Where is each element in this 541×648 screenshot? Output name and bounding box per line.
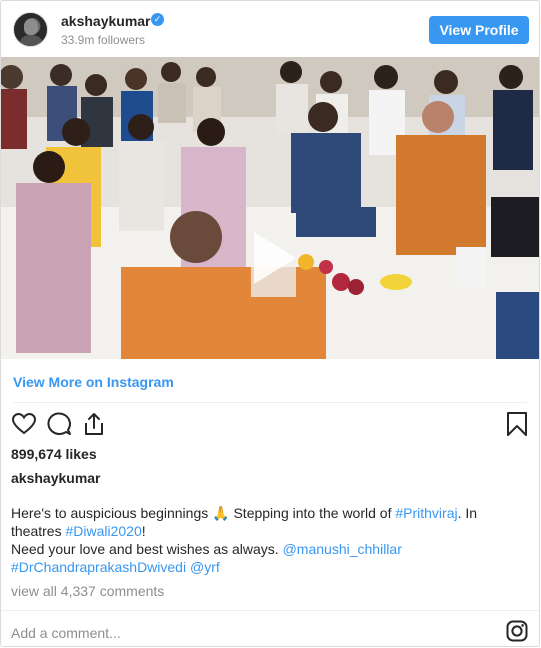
view-more-on-instagram-link[interactable]: View More on Instagram <box>13 374 174 390</box>
mention-link[interactable]: @yrf <box>190 559 220 575</box>
share-icon[interactable] <box>81 411 107 437</box>
post-header: akshaykumar ✓ 33.9m followers View Profi… <box>1 1 539 57</box>
divider <box>13 402 527 403</box>
mention-link[interactable]: @manushi_chhillar <box>283 541 402 557</box>
view-all-comments-link[interactable]: view all 4,337 comments <box>11 583 164 599</box>
instagram-logo-icon[interactable] <box>506 620 528 642</box>
instagram-embed-card: akshaykumar ✓ 33.9m followers View Profi… <box>0 0 540 647</box>
profile-avatar[interactable] <box>13 12 48 47</box>
divider <box>1 610 539 611</box>
profile-username[interactable]: akshaykumar <box>61 13 151 29</box>
video-frame-illustration <box>1 57 539 359</box>
avatar-head <box>24 19 38 35</box>
caption-text: Stepping into the world of <box>229 505 396 521</box>
post-video[interactable] <box>1 57 539 359</box>
caption-text: ! <box>141 523 146 539</box>
hashtag-link[interactable]: #DrChandraprakashDwivedi <box>11 559 186 575</box>
bookmark-icon[interactable] <box>504 411 530 437</box>
comment-icon[interactable] <box>46 411 72 437</box>
pray-emoji-icon: 🙏 <box>212 505 230 521</box>
hashtag-link[interactable]: #Prithviraj <box>395 505 457 521</box>
follower-count: 33.9m followers <box>61 33 146 47</box>
add-comment-input[interactable]: Add a comment... <box>11 625 121 641</box>
heart-icon[interactable] <box>11 411 37 437</box>
verified-badge-icon: ✓ <box>151 13 164 26</box>
post-caption: Here's to auspicious beginnings 🙏 Steppi… <box>11 504 521 576</box>
hashtag-link[interactable]: #Diwali2020 <box>65 523 141 539</box>
view-profile-button[interactable]: View Profile <box>429 16 529 44</box>
avatar-body <box>20 35 42 46</box>
caption-text: Here's to auspicious beginnings <box>11 505 213 521</box>
play-icon[interactable] <box>242 228 302 288</box>
caption-author[interactable]: akshaykumar <box>11 470 101 486</box>
like-count[interactable]: 899,674 likes <box>11 446 97 462</box>
caption-text: Need your love and best wishes as always… <box>11 541 283 557</box>
